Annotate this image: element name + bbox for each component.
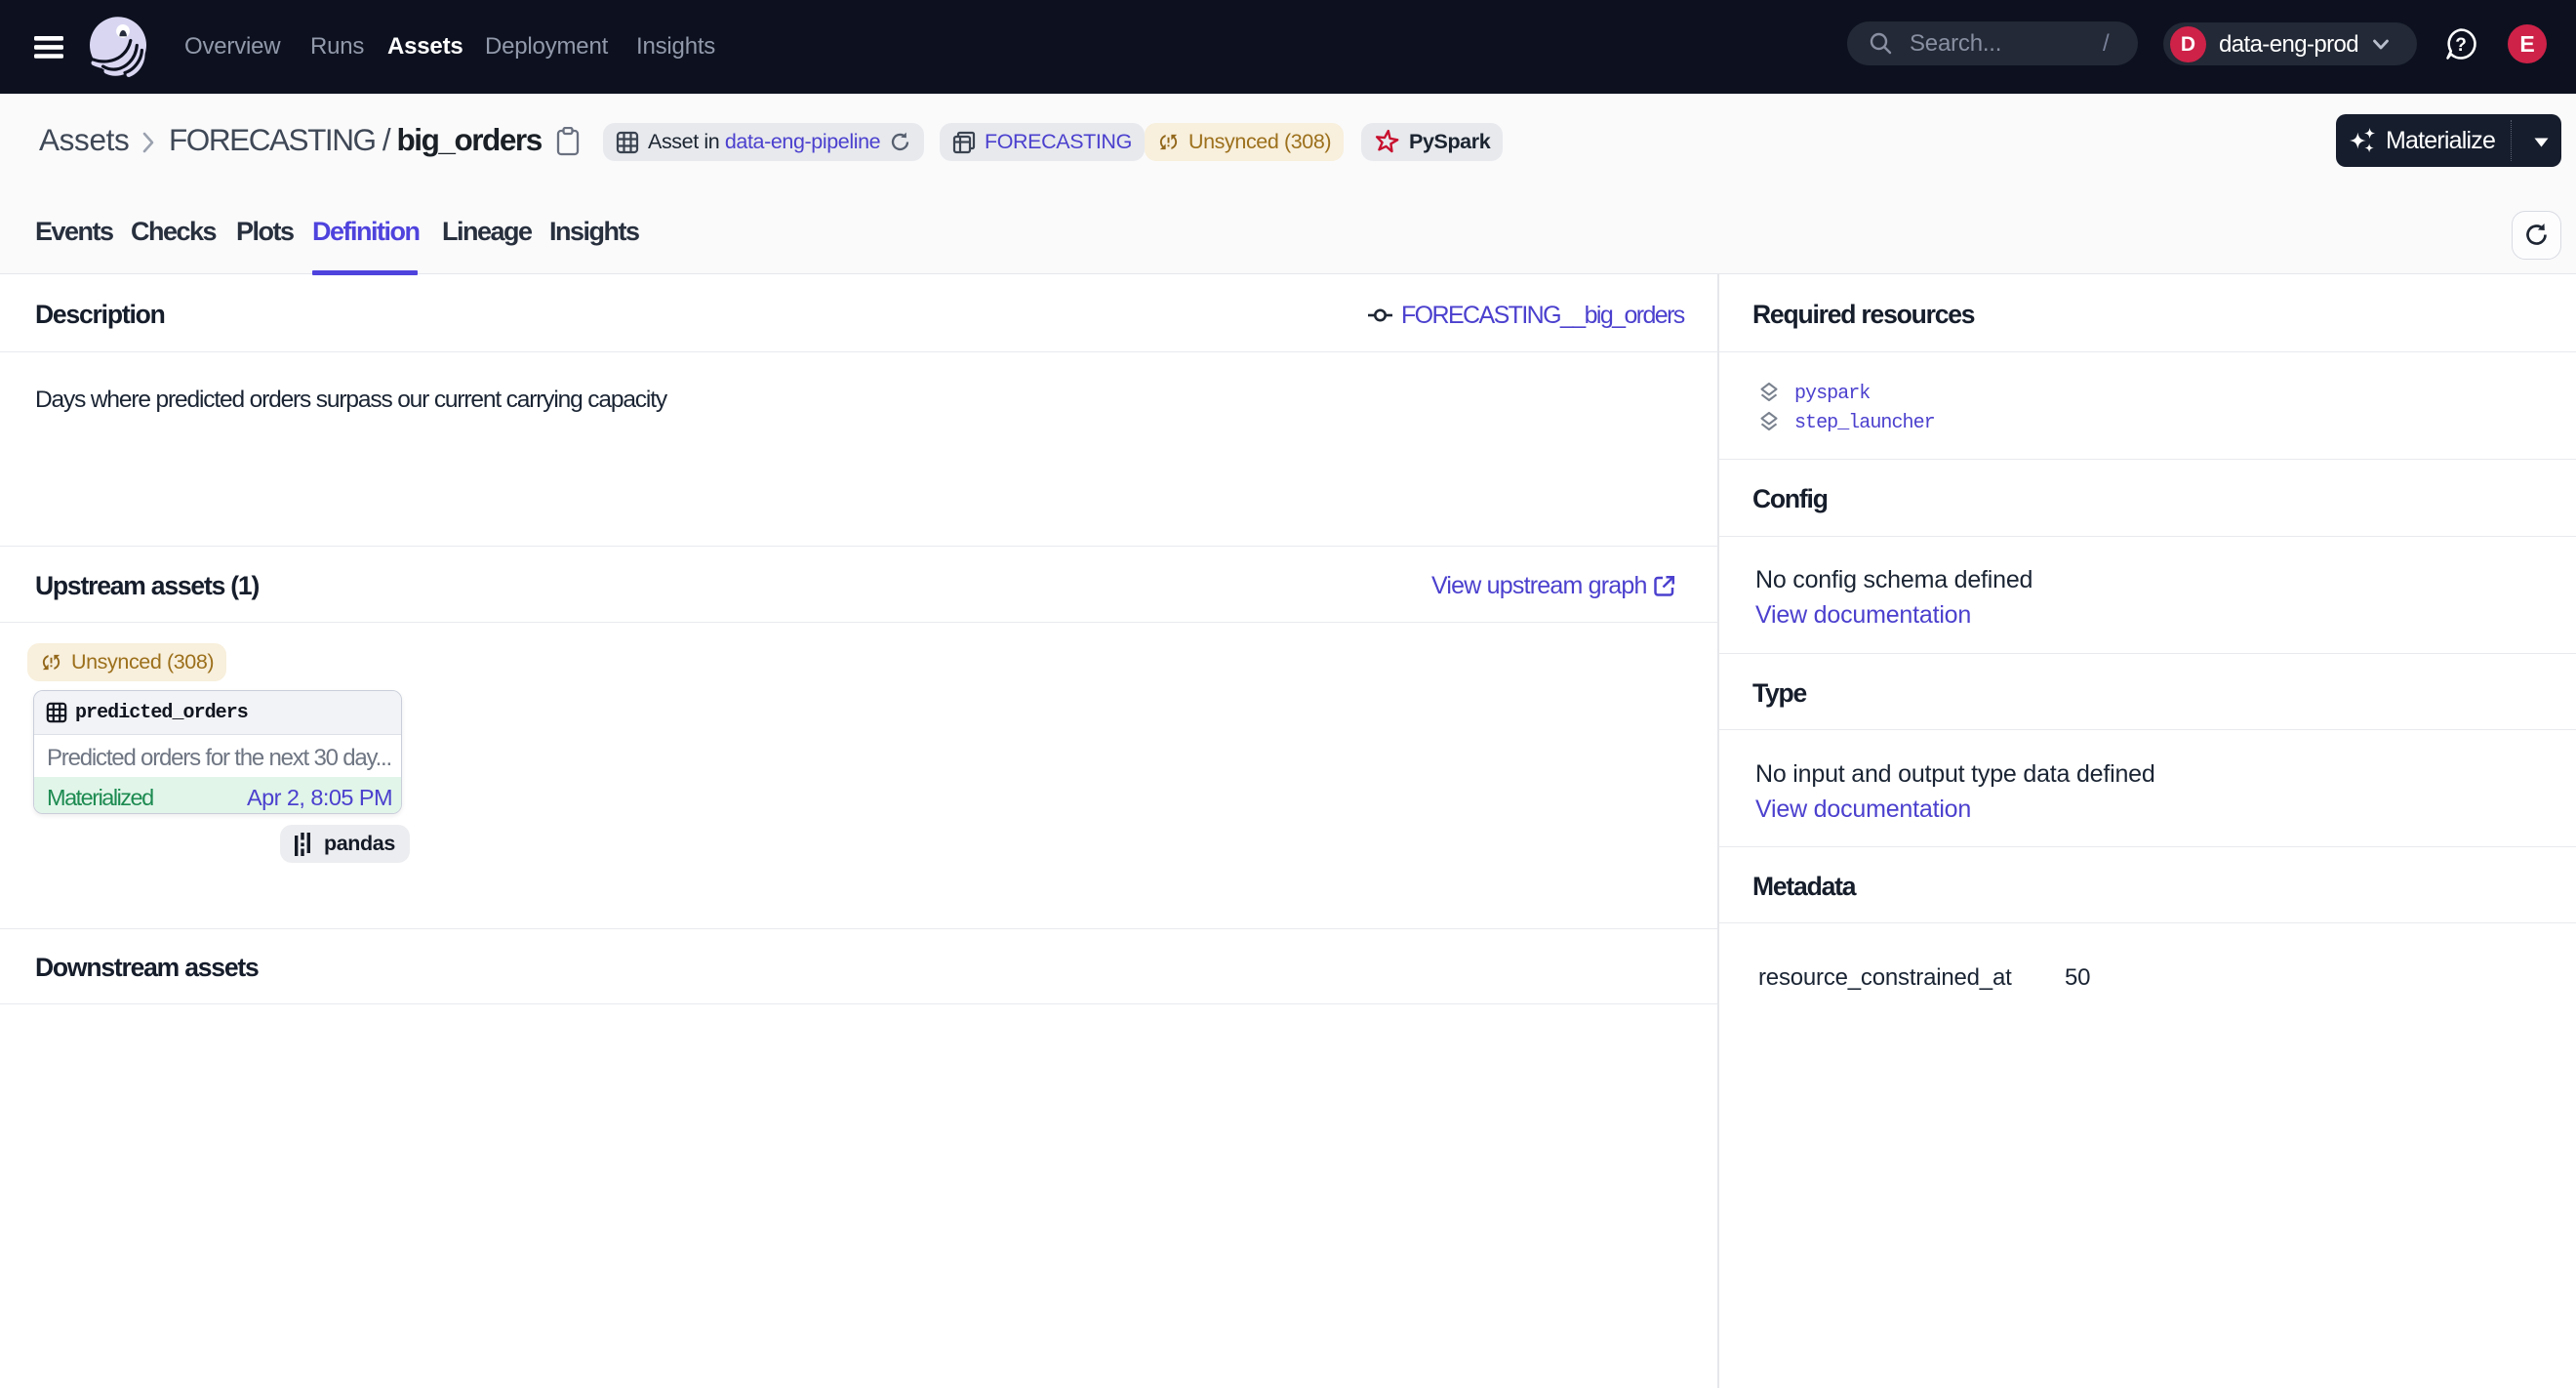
svg-text:?: ? (2455, 35, 2467, 56)
